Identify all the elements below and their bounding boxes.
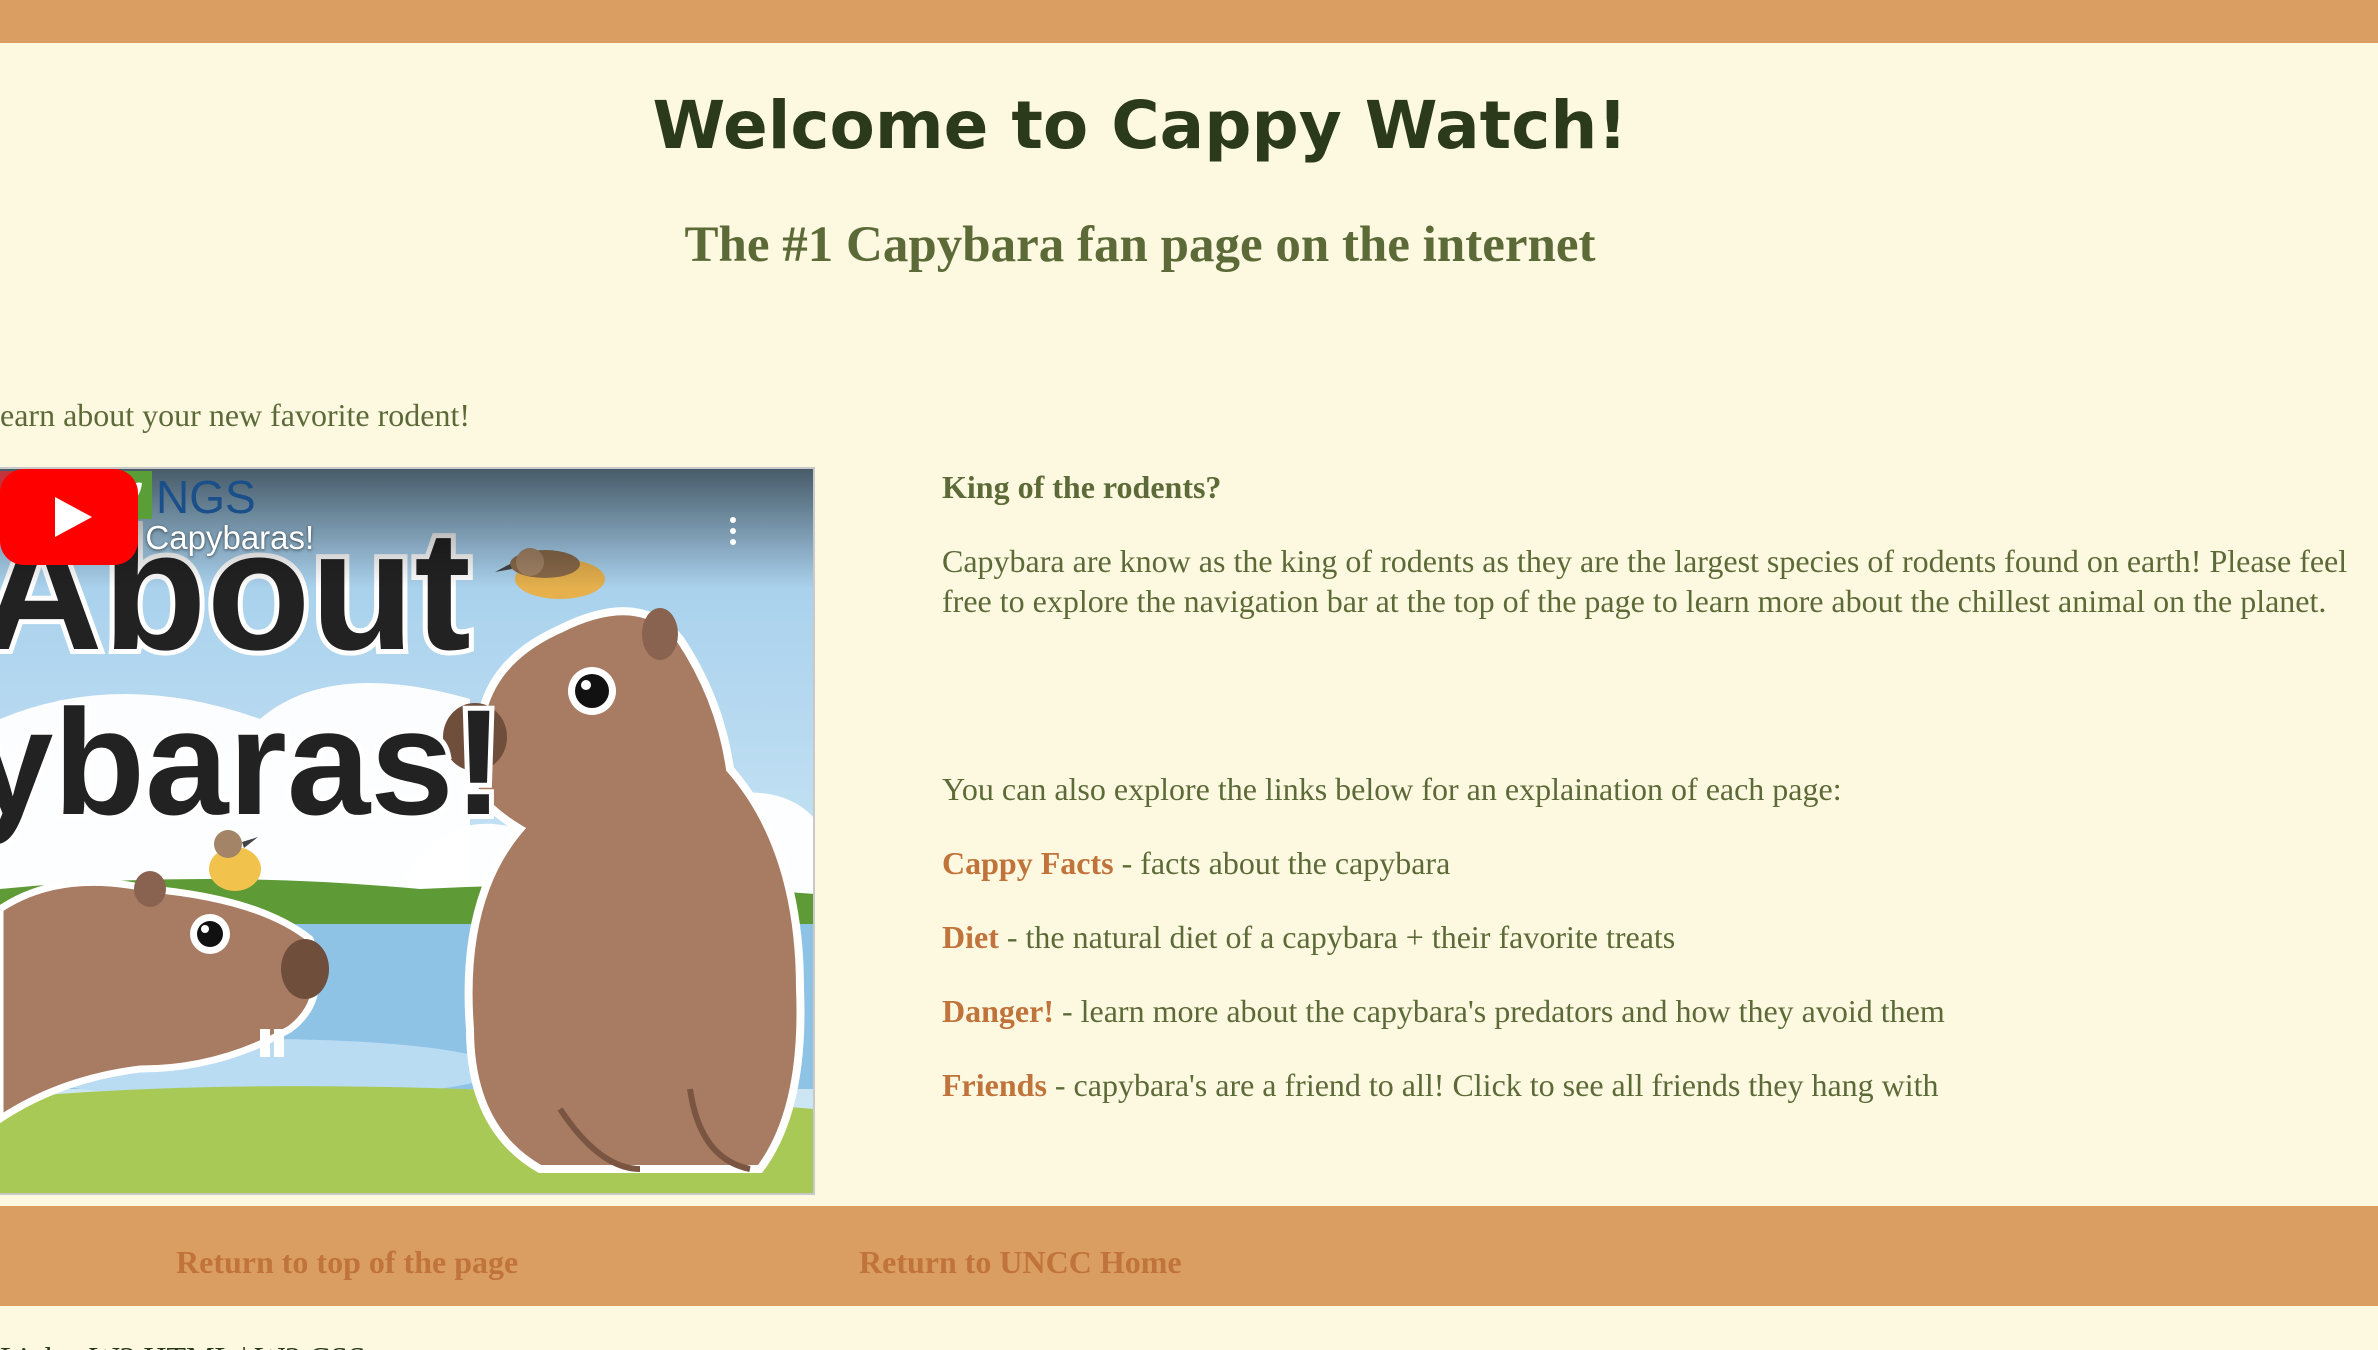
link-description: - learn more about the capybara's predat… xyxy=(1053,993,1945,1029)
intro-text: earn about your new favorite rodent! xyxy=(0,397,471,433)
play-icon[interactable] xyxy=(0,469,138,565)
list-item: Diet - the natural diet of a capybara + … xyxy=(942,917,1675,957)
page-subtitle: The #1 Capybara fan page on the internet xyxy=(684,217,1596,273)
more-vert-icon[interactable] xyxy=(727,517,739,553)
credits-text: Links: W3 HTML | W3 CSS xyxy=(0,1338,366,1350)
list-item: Danger! - learn more about the capybara'… xyxy=(942,991,1945,1031)
friends-link[interactable]: Friends xyxy=(942,1067,1047,1103)
link-description: - capybara's are a friend to all! Click … xyxy=(1046,1067,1939,1103)
links-intro: You can also explore the links below for… xyxy=(942,771,1842,807)
channel-logo-text: NGS xyxy=(156,471,256,521)
section-body: Capybara are know as the king of rodents… xyxy=(942,543,2348,619)
page-title: Welcome to Cappy Watch! xyxy=(652,87,1628,164)
return-to-home-link[interactable]: Return to UNCC Home xyxy=(859,1242,1182,1282)
section-heading: King of the rodents? xyxy=(942,469,1222,505)
return-to-top-link[interactable]: Return to top of the page xyxy=(176,1242,518,1282)
video-embed[interactable]: About ybaras! All About Capybaras! NGS xyxy=(0,467,815,1195)
list-item: Friends - capybara's are a friend to all… xyxy=(942,1065,1939,1105)
list-item: Cappy Facts - facts about the capybara xyxy=(942,843,1450,883)
link-description: - facts about the capybara xyxy=(1113,845,1451,881)
diet-link[interactable]: Diet xyxy=(942,919,999,955)
thumbnail-text-2: ybaras! xyxy=(0,678,504,846)
danger-link[interactable]: Danger! xyxy=(942,993,1054,1029)
video-thumbnail: About ybaras! xyxy=(0,469,813,1193)
cappy-facts-link[interactable]: Cappy Facts xyxy=(942,845,1114,881)
page: Welcome to Cappy Watch! The #1 Capybara … xyxy=(0,0,2378,1350)
link-description: - the natural diet of a capybara + their… xyxy=(998,919,1676,955)
top-nav-bar xyxy=(0,0,2378,43)
